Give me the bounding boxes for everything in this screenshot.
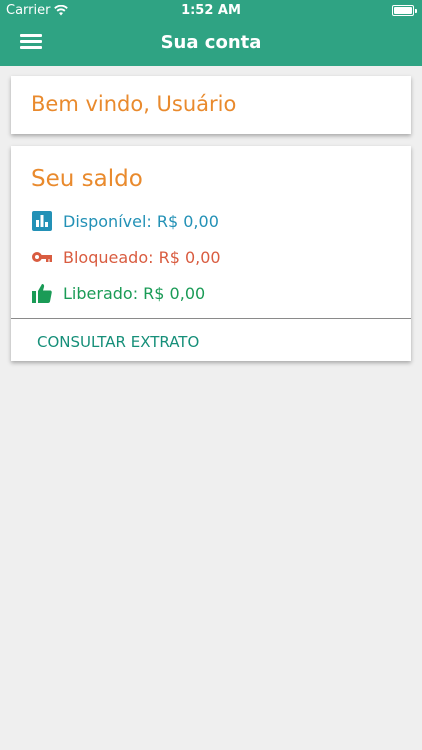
balance-title: Seu saldo bbox=[31, 166, 143, 192]
consult-statement-button[interactable]: CONSULTAR EXTRATO bbox=[37, 333, 199, 351]
navigation-bar: Sua conta bbox=[0, 22, 422, 66]
card-divider bbox=[11, 318, 411, 319]
balance-released-row: Liberado: R$ 0,00 bbox=[31, 282, 205, 304]
page-title: Sua conta bbox=[160, 32, 262, 53]
balance-released-label: Liberado: R$ 0,00 bbox=[63, 283, 206, 303]
status-time: 1:52 AM bbox=[181, 3, 241, 18]
balance-available-label: Disponível: R$ 0,00 bbox=[63, 211, 219, 231]
bar-chart-icon bbox=[32, 211, 52, 231]
status-bar: Carrier 1:52 AM bbox=[0, 0, 422, 22]
key-icon bbox=[32, 252, 52, 262]
balance-card: Seu saldo Disponível: R$ 0,00 Bloqueado:… bbox=[11, 146, 411, 361]
balance-blocked-label: Bloqueado: R$ 0,00 bbox=[63, 247, 221, 267]
welcome-message: Bem vindo, Usuário bbox=[31, 92, 237, 116]
welcome-card: Bem vindo, Usuário bbox=[11, 76, 411, 134]
thumbs-up-icon bbox=[32, 284, 52, 303]
balance-blocked-row: Bloqueado: R$ 0,00 bbox=[31, 246, 221, 268]
battery-icon bbox=[392, 5, 417, 16]
app-header: Carrier 1:52 AM Sua conta bbox=[0, 0, 422, 66]
balance-available-row: Disponível: R$ 0,00 bbox=[31, 210, 219, 232]
